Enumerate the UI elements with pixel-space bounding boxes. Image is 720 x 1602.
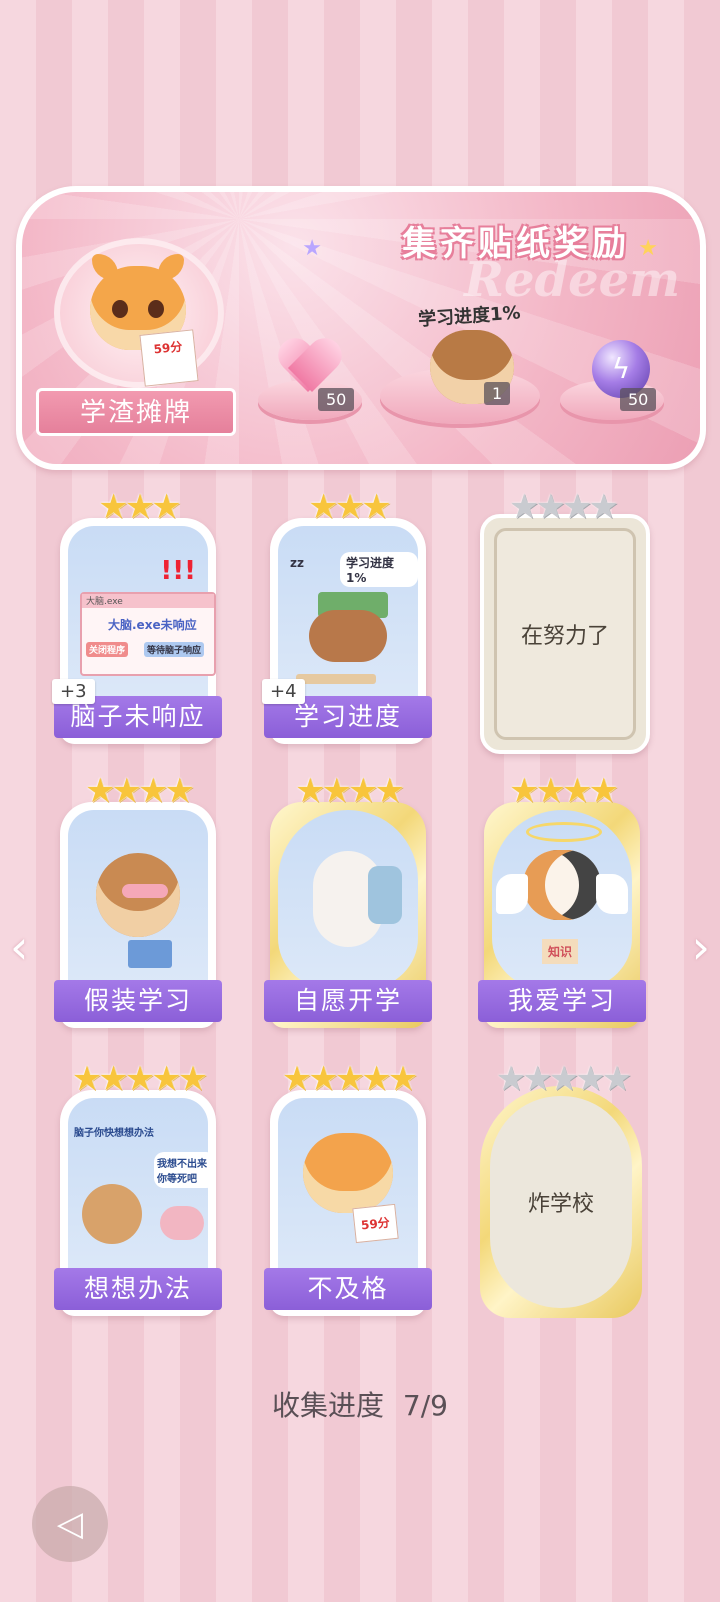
- sticker-card-locked[interactable]: 炸学校 ★★★★★: [478, 1059, 646, 1318]
- chevron-left-icon[interactable]: ‹: [10, 920, 28, 974]
- wait-button: 等待脑子响应: [144, 642, 205, 657]
- card-stars: ★★★★: [295, 771, 405, 811]
- player-title-ribbon: 学渣摊牌: [36, 388, 236, 436]
- reward-count-orb: 50: [620, 388, 657, 411]
- sloth-character-icon: [309, 610, 387, 663]
- card-stars-locked: ★★★★★: [495, 1059, 632, 1099]
- avatar-paper-score: 59分: [139, 329, 199, 387]
- locked-card-label: 炸学校: [490, 1096, 632, 1308]
- book-icon: [128, 940, 172, 968]
- chevron-right-icon[interactable]: ›: [692, 920, 710, 974]
- error-window-title: 大脑.exe: [82, 594, 214, 608]
- card-stars: ★★★★★: [71, 1059, 208, 1099]
- card-frame: 59分 不及格: [264, 1090, 432, 1316]
- collection-progress-label: 收集进度: [272, 1389, 385, 1422]
- tiger-eye-icon: [112, 300, 128, 318]
- card-label: 假装学习: [54, 980, 222, 1022]
- star-deco-icon: ★: [638, 236, 658, 261]
- wing-icon: [496, 874, 528, 914]
- sleep-zz: zz: [290, 556, 304, 570]
- cat-character-icon: [523, 849, 601, 920]
- card-frame: 大脑.exe 大脑.exe未响应 关闭程序 等待脑子响应 !!! 脑子未响应 +…: [52, 518, 222, 744]
- card-art: [68, 810, 208, 988]
- card-frame: 假装学习: [54, 802, 222, 1028]
- sticker-card-locked[interactable]: 在努力了 ★★★★: [478, 487, 650, 754]
- card-art: 大脑.exe 大脑.exe未响应 关闭程序 等待脑子响应 !!!: [68, 526, 216, 704]
- card-stars: ★★★★: [85, 771, 195, 811]
- banner-title: 集齐贴纸奖励: [402, 224, 630, 264]
- card-frame-gold: 知识 我爱学习: [478, 802, 646, 1028]
- card-label: 想想办法: [54, 1268, 222, 1310]
- table-icon: [296, 674, 376, 684]
- knowledge-book: 知识: [542, 939, 579, 964]
- reward-count-monkey: 1: [484, 382, 511, 405]
- card-label: 自愿开学: [264, 980, 432, 1022]
- card-stars-locked: ★★★★: [509, 487, 619, 527]
- sticker-card[interactable]: 脑子你快想想办法 我想不出来你等死吧 想想办法 ★★★★★: [54, 1059, 222, 1316]
- art-caption-1: 脑子你快想想办法: [74, 1128, 154, 1139]
- reward-banner-panel: Redeem ★ ★ 集齐贴纸奖励 59分 学渣摊牌 50 学习进度1% 1 ϟ…: [22, 192, 700, 464]
- speech-bubble: 学习进度1%: [340, 552, 418, 587]
- locked-card-frame-gold: 炸学校: [480, 1086, 642, 1318]
- reward-count-heart: 50: [318, 388, 355, 411]
- collection-progress: 收集进度 7/9: [0, 1384, 720, 1424]
- card-frame: 脑子你快想想办法 我想不出来你等死吧 想想办法: [54, 1090, 222, 1316]
- card-frame: 学习进度1% zz 学习进度 +4: [262, 518, 432, 744]
- error-window: 大脑.exe 大脑.exe未响应 关闭程序 等待脑子响应: [80, 592, 216, 676]
- sleep-mask-icon: [122, 884, 168, 898]
- locked-card-frame: 在努力了: [480, 514, 650, 754]
- sticker-card[interactable]: 学习进度1% zz 学习进度 +4 ★★★: [262, 487, 432, 744]
- close-program-button: 关闭程序: [86, 642, 129, 657]
- card-stars: ★★★★: [509, 771, 619, 811]
- halo-icon: [526, 822, 602, 842]
- bear-character-icon: [82, 1184, 142, 1244]
- card-art: 知识: [492, 810, 632, 988]
- exclamation-icon: !!!: [160, 556, 196, 586]
- player-avatar[interactable]: 59分: [44, 238, 234, 388]
- sticker-card[interactable]: 自愿开学 ★★★★: [264, 771, 432, 1028]
- card-art: 脑子你快想想办法 我想不出来你等死吧: [68, 1098, 216, 1276]
- sticker-card[interactable]: 59分 不及格 ★★★★★: [264, 1059, 432, 1316]
- error-message: 大脑.exe未响应: [108, 618, 197, 632]
- wing-icon: [596, 874, 628, 914]
- card-label: 不及格: [264, 1268, 432, 1310]
- card-stars: ★★★: [308, 487, 391, 527]
- card-bonus-badge: +3: [52, 679, 95, 704]
- card-stars: ★★★★★: [281, 1059, 418, 1099]
- card-art: [278, 810, 418, 988]
- card-frame-gold: 自愿开学: [264, 802, 432, 1028]
- card-art: 学习进度1% zz: [278, 526, 418, 704]
- star-deco-icon: ★: [302, 236, 322, 261]
- tiger-eye-icon: [148, 300, 164, 318]
- sticker-card[interactable]: 知识 我爱学习 ★★★★: [478, 771, 646, 1028]
- card-art: 59分: [278, 1098, 418, 1276]
- brain-icon: [160, 1206, 204, 1240]
- sticker-card[interactable]: 大脑.exe 大脑.exe未响应 关闭程序 等待脑子响应 !!! 脑子未响应 +…: [52, 487, 222, 744]
- locked-card-label: 在努力了: [494, 528, 636, 740]
- sticker-card[interactable]: 假装学习 ★★★★: [54, 771, 222, 1028]
- art-caption-2: 我想不出来你等死吧: [154, 1152, 216, 1188]
- tiger-character-icon: [303, 1132, 393, 1213]
- collection-progress-value: 7/9: [402, 1389, 448, 1422]
- back-arrow-icon: ◁: [56, 1504, 84, 1544]
- card-bonus-badge: +4: [262, 679, 305, 704]
- card-stars: ★★★: [98, 487, 181, 527]
- backpack-icon: [368, 866, 402, 924]
- test-paper-score: 59分: [352, 1203, 399, 1244]
- back-button[interactable]: ◁: [32, 1486, 108, 1562]
- card-label: 我爱学习: [478, 980, 646, 1022]
- reward-banner: Redeem ★ ★ 集齐贴纸奖励 59分 学渣摊牌 50 学习进度1% 1 ϟ…: [16, 186, 706, 470]
